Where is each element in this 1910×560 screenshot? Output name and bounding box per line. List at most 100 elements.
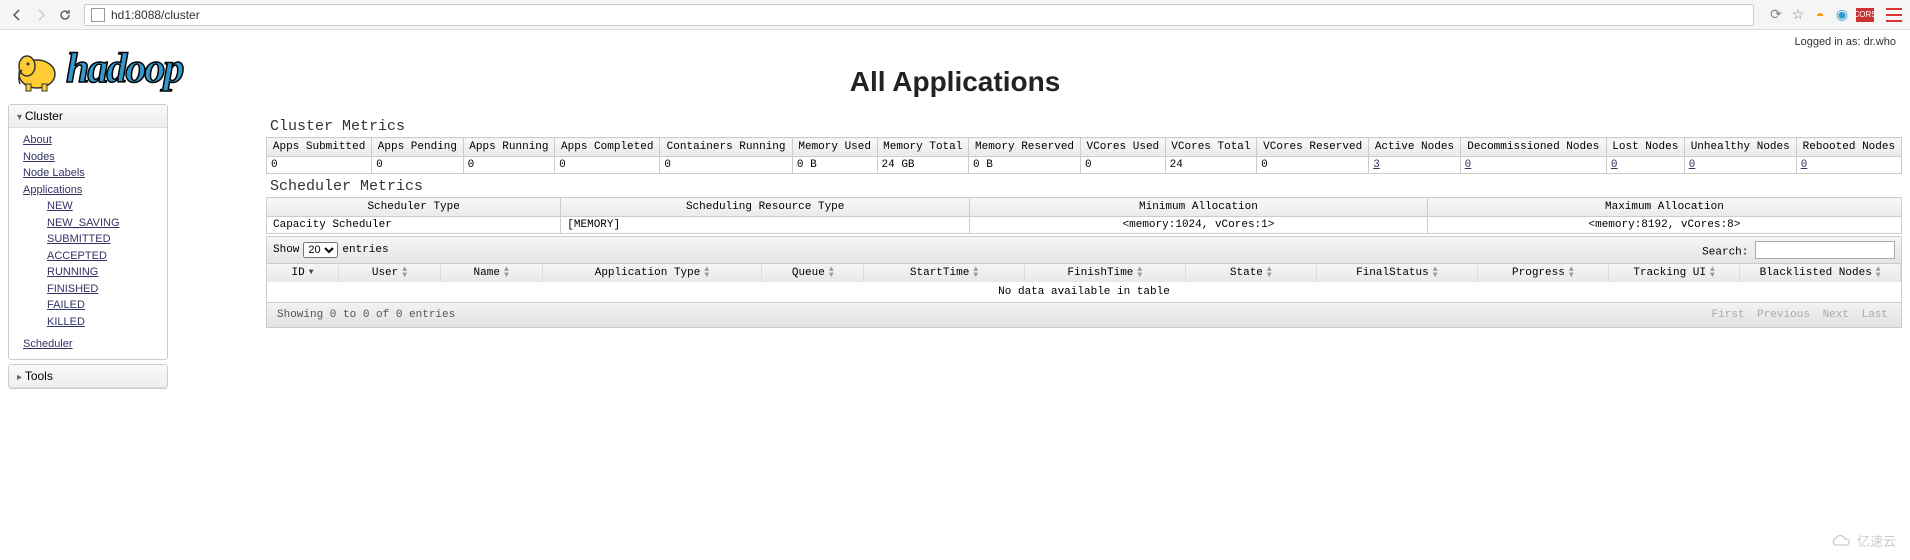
- metrics-link[interactable]: 0: [1465, 159, 1472, 171]
- sidebar-item-failed[interactable]: FAILED: [47, 297, 167, 314]
- apps-column-header[interactable]: Tracking UI▲▼: [1609, 264, 1740, 282]
- metrics-header: Apps Completed: [555, 138, 660, 157]
- pager-previous[interactable]: Previous: [1757, 309, 1810, 321]
- forward-button[interactable]: [32, 6, 50, 24]
- url-text: hd1:8088/cluster: [111, 8, 200, 22]
- sidebar-item-applications[interactable]: Applications: [23, 182, 167, 199]
- star-icon[interactable]: ☆: [1790, 7, 1806, 23]
- sched-header: Minimum Allocation: [970, 198, 1428, 217]
- scheduler-metrics-title: Scheduler Metrics: [270, 178, 1902, 195]
- apps-column-header[interactable]: User▲▼: [339, 264, 441, 282]
- metrics-header: VCores Used: [1081, 138, 1166, 157]
- apps-column-header[interactable]: Application Type▲▼: [543, 264, 763, 282]
- metrics-header: Apps Pending: [372, 138, 463, 157]
- sidebar-tools-header[interactable]: Tools: [9, 365, 167, 388]
- sidebar-item-nodes[interactable]: Nodes: [23, 149, 167, 166]
- apps-column-header[interactable]: State▲▼: [1186, 264, 1317, 282]
- sched-header: Scheduling Resource Type: [561, 198, 970, 217]
- search-input[interactable]: [1755, 241, 1895, 259]
- sidebar-cluster-section: Cluster About Nodes Node Labels Applicat…: [8, 104, 168, 360]
- sidebar-item-scheduler[interactable]: Scheduler: [23, 336, 167, 353]
- apps-column-header[interactable]: Queue▲▼: [762, 264, 864, 282]
- metrics-value: 0: [1606, 157, 1684, 174]
- hadoop-logo[interactable]: hadoop: [8, 34, 258, 104]
- metrics-link[interactable]: 0: [1801, 159, 1808, 171]
- sidebar-item-running[interactable]: RUNNING: [47, 264, 167, 281]
- sidebar-cluster-header[interactable]: Cluster: [9, 105, 167, 128]
- sidebar-item-submitted[interactable]: SUBMITTED: [47, 231, 167, 248]
- apps-column-header[interactable]: FinishTime▲▼: [1025, 264, 1186, 282]
- reload-button[interactable]: [56, 6, 74, 24]
- sort-icon: ▲▼: [829, 267, 834, 278]
- metrics-value: 0: [1796, 157, 1901, 174]
- apps-column-header[interactable]: Blacklisted Nodes▲▼: [1740, 264, 1901, 282]
- sched-value: Capacity Scheduler: [267, 217, 561, 234]
- apps-column-header[interactable]: Name▲▼: [441, 264, 543, 282]
- sort-icon: ▲▼: [973, 267, 978, 278]
- search-label: Search:: [1702, 247, 1748, 259]
- sort-icon: ▼: [309, 270, 314, 276]
- footer-info: Showing 0 to 0 of 0 entries: [277, 309, 455, 321]
- pager-next[interactable]: Next: [1823, 309, 1849, 321]
- back-button[interactable]: [8, 6, 26, 24]
- metrics-header: Apps Running: [463, 138, 554, 157]
- cluster-metrics-table: Apps SubmittedApps PendingApps RunningAp…: [266, 137, 1902, 174]
- metrics-link[interactable]: 0: [1689, 159, 1696, 171]
- page-icon: [91, 8, 105, 22]
- cluster-metrics-title: Cluster Metrics: [270, 118, 1902, 135]
- logo-text: hadoop: [66, 45, 182, 93]
- translate-icon[interactable]: ⟳: [1768, 7, 1784, 23]
- metrics-value: 0 B: [792, 157, 877, 174]
- sort-icon: ▲▼: [504, 267, 509, 278]
- extension-icon-2[interactable]: ◉: [1834, 7, 1850, 23]
- watermark: 亿速云: [1829, 531, 1896, 550]
- sort-icon: ▲▼: [402, 267, 407, 278]
- apps-footer: Showing 0 to 0 of 0 entries First Previo…: [266, 303, 1902, 328]
- metrics-header: Containers Running: [660, 138, 793, 157]
- sidebar-item-node-labels[interactable]: Node Labels: [23, 165, 167, 182]
- apps-column-header[interactable]: ID▼: [267, 264, 339, 282]
- apps-column-header[interactable]: Progress▲▼: [1478, 264, 1609, 282]
- metrics-value: 0: [660, 157, 793, 174]
- sidebar-item-killed[interactable]: KILLED: [47, 314, 167, 331]
- metrics-value: 0: [372, 157, 463, 174]
- scheduler-metrics-table: Scheduler TypeScheduling Resource TypeMi…: [266, 197, 1902, 234]
- extension-icon-1[interactable]: ◓: [1812, 7, 1828, 23]
- menu-icon[interactable]: [1886, 8, 1902, 22]
- sort-icon: ▲▼: [1433, 267, 1438, 278]
- sidebar-item-new-saving[interactable]: NEW_SAVING: [47, 215, 167, 232]
- pager-last[interactable]: Last: [1862, 309, 1888, 321]
- metrics-value: 0: [1081, 157, 1166, 174]
- elephant-icon: [12, 44, 62, 94]
- extension-icon-3[interactable]: CORS: [1856, 8, 1874, 22]
- sort-icon: ▲▼: [1876, 267, 1881, 278]
- metrics-value: 3: [1369, 157, 1460, 174]
- sidebar-item-new[interactable]: NEW: [47, 198, 167, 215]
- metrics-value: 0: [1684, 157, 1796, 174]
- sidebar-item-finished[interactable]: FINISHED: [47, 281, 167, 298]
- no-data-row: No data available in table: [266, 282, 1902, 303]
- sched-header: Maximum Allocation: [1427, 198, 1901, 217]
- metrics-header: Memory Reserved: [969, 138, 1081, 157]
- address-bar[interactable]: hd1:8088/cluster: [84, 4, 1754, 26]
- entries-select[interactable]: 20: [303, 242, 338, 258]
- sched-value: <memory:8192, vCores:8>: [1427, 217, 1901, 234]
- apps-column-header[interactable]: FinalStatus▲▼: [1317, 264, 1478, 282]
- apps-controls-bar: Show 20 entries Search:: [266, 236, 1902, 264]
- metrics-header: Decommissioned Nodes: [1460, 138, 1606, 157]
- browser-toolbar: hd1:8088/cluster ⟳ ☆ ◓ ◉ CORS: [0, 0, 1910, 30]
- pager-first[interactable]: First: [1712, 309, 1745, 321]
- metrics-header: VCores Total: [1165, 138, 1256, 157]
- metrics-link[interactable]: 3: [1373, 159, 1380, 171]
- sidebar-item-about[interactable]: About: [23, 132, 167, 149]
- sidebar-item-accepted[interactable]: ACCEPTED: [47, 248, 167, 265]
- apps-table-headers: ID▼User▲▼Name▲▼Application Type▲▼Queue▲▼…: [266, 264, 1902, 282]
- metrics-link[interactable]: 0: [1611, 159, 1618, 171]
- metrics-header: Memory Total: [877, 138, 968, 157]
- sched-value: <memory:1024, vCores:1>: [970, 217, 1428, 234]
- sched-header: Scheduler Type: [267, 198, 561, 217]
- metrics-value: 0: [1257, 157, 1369, 174]
- apps-column-header[interactable]: StartTime▲▼: [864, 264, 1025, 282]
- show-label: Show: [273, 244, 299, 256]
- page-title: All Applications: [850, 66, 1061, 98]
